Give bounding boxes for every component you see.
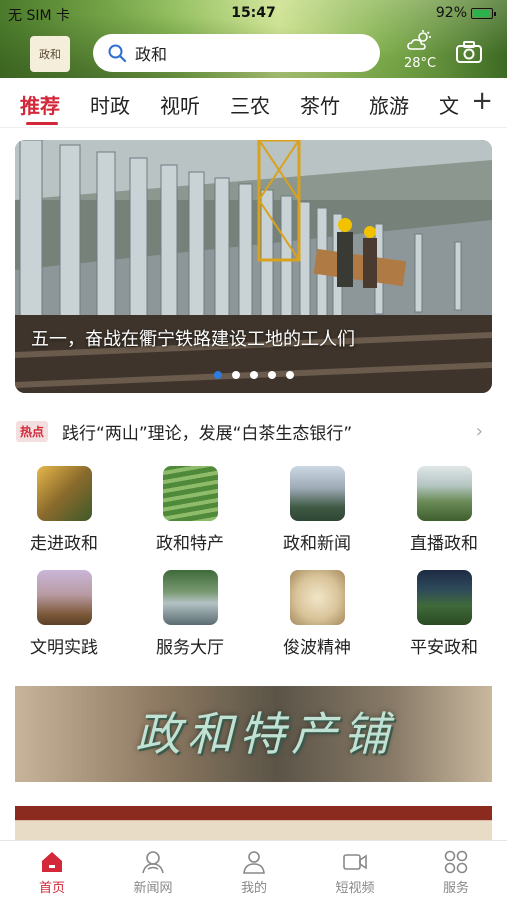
camera-icon [456, 41, 482, 63]
status-time: 15:47 [231, 5, 276, 21]
camera-button[interactable] [455, 40, 483, 68]
grid-item-live[interactable]: 直播政和 [394, 466, 494, 554]
grid-item-label: 政和新闻 [283, 534, 351, 554]
partly-sunny-icon [407, 30, 431, 50]
news-thumbnail [289, 466, 345, 521]
status-bar: 无 SIM 卡 15:47 92% [0, 0, 507, 26]
grid-item-explore[interactable]: 走进政和 [14, 466, 114, 554]
app: 无 SIM 卡 15:47 92% 政和 政和 28°C 推荐 时政 视听 三农… [0, 0, 507, 900]
add-channel-icon[interactable]: + [471, 86, 493, 116]
safety-thumbnail [416, 570, 472, 625]
tab-culture[interactable]: 文 [439, 90, 459, 119]
tab-agriculture[interactable]: 三农 [230, 90, 270, 119]
video-icon [343, 854, 367, 870]
battery-icon [471, 8, 496, 19]
grid-item-label: 走进政和 [30, 534, 98, 554]
tab-tea-bamboo[interactable]: 茶竹 [300, 90, 340, 119]
active-tab-indicator [26, 122, 58, 125]
nav-services[interactable]: 服务 [416, 849, 496, 896]
nav-label: 短视频 [335, 881, 375, 896]
grid-item-specialty[interactable]: 政和特产 [140, 466, 240, 554]
hot-news-text: 践行“两山”理论，发展“白茶生态银行” [62, 423, 353, 444]
nav-mine[interactable]: 我的 [214, 849, 294, 896]
carousel-indicators [15, 371, 492, 379]
hot-badge: 热点 [16, 420, 49, 442]
home-icon [42, 852, 62, 872]
tab-recommend[interactable]: 推荐 [20, 90, 60, 119]
grid-item-service-hall[interactable]: 服务大厅 [140, 570, 240, 658]
nav-label: 服务 [442, 881, 469, 896]
channel-tabs: 推荐 时政 视听 三农 茶竹 旅游 文 + [0, 78, 507, 128]
nav-label: 我的 [240, 881, 267, 896]
tab-media[interactable]: 视听 [160, 90, 200, 119]
app-logo[interactable]: 政和 [30, 36, 70, 72]
nav-label: 新闻网 [133, 881, 173, 896]
user-icon [243, 851, 265, 874]
specialty-thumbnail [162, 466, 218, 521]
carousel-dot[interactable] [285, 371, 294, 379]
tab-travel[interactable]: 旅游 [369, 90, 409, 119]
promo-banner[interactable]: 政和特产铺 [15, 686, 492, 782]
nav-home[interactable]: 首页 [12, 849, 92, 896]
spirit-thumbnail [289, 570, 345, 625]
battery-percent: 92% [435, 5, 467, 21]
civilization-thumbnail [36, 570, 92, 625]
promo-title: 政和特产铺 [135, 707, 395, 761]
logo-text: 政和 [39, 47, 61, 61]
banner-caption: 五一，奋战在衢宁铁路建设工地的工人们 [31, 329, 355, 350]
carousel-dot[interactable] [267, 371, 276, 379]
grid-icon [444, 850, 468, 874]
chevron-right-icon: › [475, 420, 483, 442]
bottom-nav: 首页 新闻网 我的 短视频 服务 [0, 840, 507, 900]
grid-item-label: 平安政和 [410, 638, 478, 658]
grid-item-spirit[interactable]: 俊波精神 [267, 570, 367, 658]
carousel-dot[interactable] [213, 371, 222, 379]
grid-item-safety[interactable]: 平安政和 [394, 570, 494, 658]
grid-item-label: 俊波精神 [283, 638, 351, 658]
weather-temp: 28°C [403, 56, 437, 71]
grid-item-civilization[interactable]: 文明实践 [14, 570, 114, 658]
search-icon [108, 44, 127, 63]
tab-politics[interactable]: 时政 [90, 90, 130, 119]
search-bar[interactable]: 政和 [93, 34, 380, 72]
grid-item-label: 直播政和 [410, 534, 478, 554]
hot-news-item[interactable]: 热点 践行“两山”理论，发展“白茶生态银行” › [16, 416, 491, 446]
service-hall-thumbnail [162, 570, 218, 625]
carousel-dot[interactable] [249, 371, 258, 379]
grid-item-news[interactable]: 政和新闻 [267, 466, 367, 554]
banner-image [15, 140, 492, 393]
grid-item-label: 政和特产 [156, 534, 224, 554]
banner-carousel[interactable]: 五一，奋战在衢宁铁路建设工地的工人们 [15, 140, 492, 393]
search-text: 政和 [135, 45, 168, 64]
explore-thumbnail [36, 466, 92, 521]
news-icon [142, 851, 164, 874]
carousel-dot[interactable] [231, 371, 240, 379]
grid-item-label: 服务大厅 [156, 638, 224, 658]
weather-widget[interactable]: 28°C [400, 30, 440, 71]
live-thumbnail [416, 466, 472, 521]
nav-news[interactable]: 新闻网 [113, 849, 193, 896]
grid-item-label: 文明实践 [30, 638, 98, 658]
nav-short-video[interactable]: 短视频 [315, 849, 395, 896]
nav-label: 首页 [38, 881, 65, 896]
header: 无 SIM 卡 15:47 92% 政和 政和 28°C [0, 0, 507, 78]
